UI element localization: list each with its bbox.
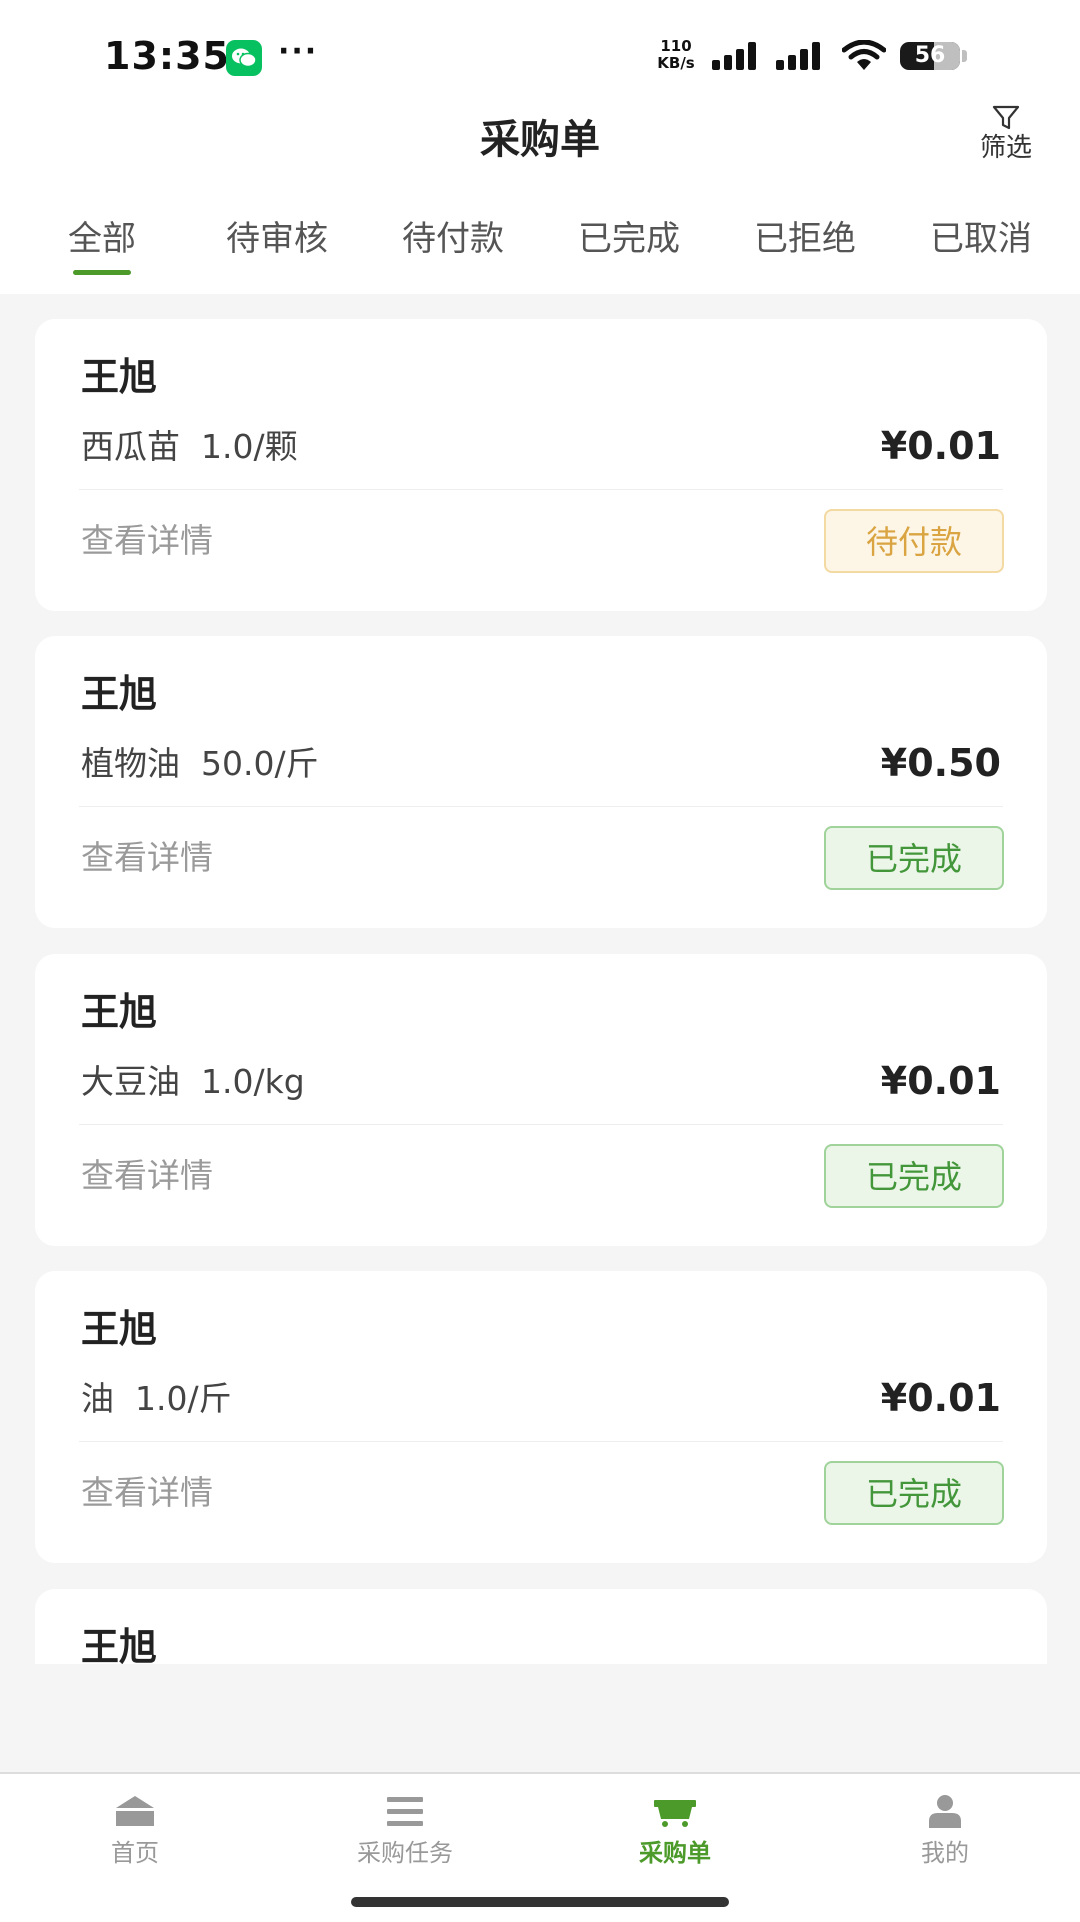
tab-pending-payment[interactable]: 待付款 <box>388 214 518 280</box>
view-details-link[interactable]: 查看详情 <box>81 517 213 565</box>
divider <box>79 1124 1003 1125</box>
nav-label: 采购单 <box>639 1839 711 1867</box>
order-item-name: 油 <box>81 1379 114 1418</box>
nav-home[interactable]: 首页 <box>35 1784 235 1884</box>
divider <box>79 489 1003 490</box>
tab-rejected[interactable]: 已拒绝 <box>740 214 870 280</box>
net-speed-unit: KB/s <box>657 54 695 72</box>
net-speed-value: 110 <box>660 37 692 55</box>
order-list: 王旭 西瓜苗 1.0/颗 ¥0.01 查看详情 待付款 王旭 植物油 50.0/… <box>0 294 1080 1664</box>
wechat-icon <box>226 40 262 76</box>
order-price: ¥0.01 <box>880 1059 1001 1103</box>
page-title: 采购单 <box>480 117 600 163</box>
order-card[interactable]: 王旭 植物油 50.0/斤 ¥0.50 查看详情 已完成 <box>35 636 1047 928</box>
signal-icon <box>712 42 756 70</box>
header: 采购单 筛选 <box>0 105 1080 198</box>
battery-icon: 56 <box>900 42 960 70</box>
net-speed: 110 KB/s <box>654 38 698 72</box>
cart-icon <box>654 1800 696 1827</box>
tab-label: 已完成 <box>578 219 680 259</box>
status-bar: 13:35 ··· 110 KB/s 56 <box>0 0 1080 112</box>
filter-icon <box>992 105 1020 130</box>
order-item-quantity: 1.0/斤 <box>134 1379 232 1418</box>
order-item-name: 植物油 <box>81 744 180 783</box>
status-badge: 已完成 <box>824 1144 1004 1208</box>
status-badge: 待付款 <box>824 509 1004 573</box>
nav-label: 首页 <box>111 1839 159 1867</box>
order-card[interactable]: 王旭 大豆油 1.0/kg ¥0.01 查看详情 已完成 <box>35 954 1047 1246</box>
view-details-link[interactable]: 查看详情 <box>81 1152 213 1200</box>
tab-cancelled[interactable]: 已取消 <box>916 214 1046 280</box>
tab-all[interactable]: 全部 <box>52 214 152 280</box>
order-item-name: 西瓜苗 <box>81 427 180 466</box>
status-tabs: 全部 待审核 待付款 已完成 已拒绝 已取消 <box>0 198 1080 294</box>
tab-label: 已取消 <box>930 219 1032 259</box>
status-badge: 已完成 <box>824 826 1004 890</box>
tab-label: 待审核 <box>226 219 328 259</box>
order-item-quantity: 1.0/kg <box>200 1062 305 1101</box>
tab-active-indicator <box>73 270 131 275</box>
order-card[interactable]: 王旭 西瓜苗 1.0/颗 ¥0.01 查看详情 待付款 <box>35 319 1047 611</box>
more-indicator: ··· <box>278 34 319 69</box>
tab-label: 待付款 <box>402 219 504 259</box>
filter-button[interactable]: 筛选 <box>966 104 1046 184</box>
home-indicator[interactable] <box>351 1897 729 1907</box>
order-item-name: 大豆油 <box>81 1062 180 1101</box>
nav-profile[interactable]: 我的 <box>845 1784 1045 1884</box>
view-details-link[interactable]: 查看详情 <box>81 1469 213 1517</box>
order-buyer-name: 王旭 <box>81 990 158 1034</box>
tab-label: 已拒绝 <box>754 219 856 259</box>
nav-label: 我的 <box>921 1839 969 1867</box>
signal-icon-secondary <box>776 42 820 70</box>
order-item-line: 植物油 50.0/斤 <box>81 740 319 788</box>
view-details-link[interactable]: 查看详情 <box>81 834 213 882</box>
order-price: ¥0.01 <box>880 424 1001 468</box>
divider <box>79 1441 1003 1442</box>
order-price: ¥0.01 <box>880 1376 1001 1420</box>
battery-level: 56 <box>914 43 946 68</box>
wifi-icon <box>842 40 886 70</box>
nav-label: 采购任务 <box>357 1839 453 1867</box>
order-buyer-name: 王旭 <box>81 1307 158 1351</box>
tab-label: 全部 <box>68 219 136 259</box>
status-badge: 已完成 <box>824 1461 1004 1525</box>
nav-purchase-tasks[interactable]: 采购任务 <box>305 1784 505 1884</box>
order-item-quantity: 50.0/斤 <box>200 744 319 783</box>
tab-pending-review[interactable]: 待审核 <box>212 214 342 280</box>
order-buyer-name: 王旭 <box>81 672 158 716</box>
order-card[interactable]: 王旭 <box>35 1589 1047 1664</box>
user-icon <box>929 1795 961 1828</box>
order-buyer-name: 王旭 <box>81 1625 158 1664</box>
order-buyer-name: 王旭 <box>81 355 158 399</box>
order-item-line: 西瓜苗 1.0/颗 <box>81 423 298 471</box>
filter-label: 筛选 <box>979 133 1032 163</box>
order-item-quantity: 1.0/颗 <box>200 427 298 466</box>
order-item-line: 大豆油 1.0/kg <box>81 1058 305 1106</box>
list-icon <box>387 1797 423 1826</box>
order-price: ¥0.50 <box>880 741 1001 785</box>
divider <box>79 806 1003 807</box>
battery-cap <box>962 50 967 62</box>
nav-purchase-orders[interactable]: 采购单 <box>575 1784 775 1884</box>
home-icon <box>116 1796 154 1826</box>
tab-completed[interactable]: 已完成 <box>564 214 694 280</box>
order-item-line: 油 1.0/斤 <box>81 1375 232 1423</box>
order-card[interactable]: 王旭 油 1.0/斤 ¥0.01 查看详情 已完成 <box>35 1271 1047 1563</box>
status-time: 13:35 <box>104 34 230 78</box>
